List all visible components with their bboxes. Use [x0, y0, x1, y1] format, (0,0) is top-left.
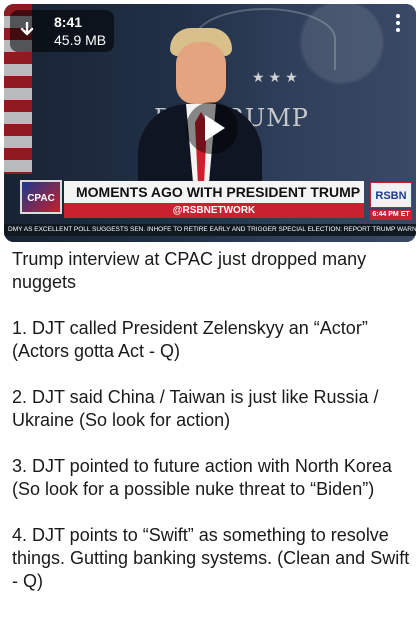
menu-dot — [396, 21, 400, 25]
message-text: Trump interview at CPAC just dropped man… — [12, 248, 410, 620]
menu-dot — [396, 14, 400, 18]
video-status-chip[interactable]: 8:41 45.9 MB — [10, 10, 114, 52]
broadcast-clock: 6:44 PM ET — [370, 210, 412, 220]
message-paragraph: 4. DJT points to “Swift” as something to… — [12, 525, 410, 591]
lower-third-banner: CPAC MOMENTS AGO WITH PRESIDENT TRUMP @R… — [20, 180, 416, 226]
cpac-logo: CPAC — [20, 180, 62, 214]
video-duration: 8:41 — [54, 14, 83, 30]
message-paragraph: 1. DJT called President Zelenskyy an “Ac… — [12, 318, 368, 361]
speaker-face — [176, 42, 226, 104]
lower-third-headline: MOMENTS AGO WITH PRESIDENT TRUMP — [64, 181, 364, 203]
message-paragraph: 2. DJT said China / Taiwan is just like … — [12, 387, 379, 430]
menu-dot — [396, 28, 400, 32]
news-ticker: DMY AS EXCELLENT POLL SUGGESTS SEN. INHO… — [4, 224, 416, 236]
message-bubble: ★★★ D J. TRUMP 8:41 45.9 MB — [0, 0, 420, 624]
play-icon — [204, 115, 225, 141]
video-file-size: 45.9 MB — [54, 32, 107, 48]
telegram-post: ★★★ D J. TRUMP 8:41 45.9 MB — [0, 0, 420, 624]
lower-third-handle: @RSBNETWORK — [64, 203, 364, 218]
rsbn-logo: RSBN — [370, 182, 412, 208]
more-vertical-icon[interactable] — [396, 14, 400, 32]
message-paragraph: Trump interview at CPAC just dropped man… — [12, 249, 367, 292]
play-button[interactable] — [186, 102, 238, 154]
download-arrow-icon[interactable] — [20, 22, 34, 38]
message-paragraph: 3. DJT pointed to future action with Nor… — [12, 456, 392, 499]
video-preview[interactable]: ★★★ D J. TRUMP 8:41 45.9 MB — [4, 4, 416, 242]
